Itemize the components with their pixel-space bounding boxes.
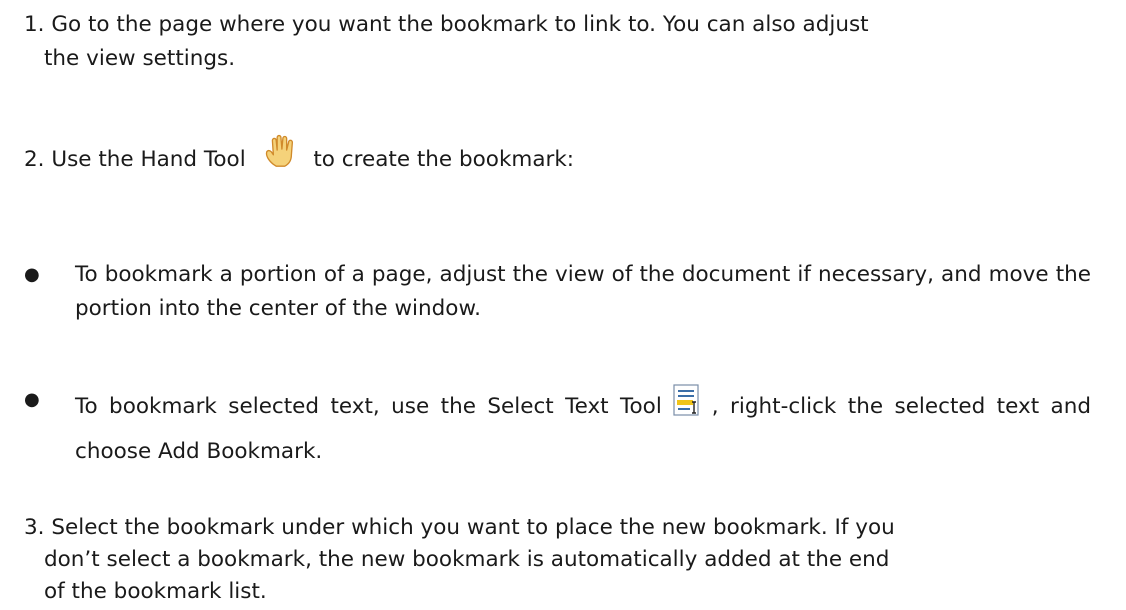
- bullet-symbol: ●: [24, 264, 40, 285]
- step-1-paragraph: 1. Go to the page where you want the boo…: [24, 8, 1114, 76]
- bullet-item-1: ● To bookmark a portion of a page, adjus…: [24, 258, 1114, 326]
- step-2-text-before: 2. Use the Hand Tool: [24, 147, 246, 172]
- bullet-item-1-text: To bookmark a portion of a page, adjust …: [75, 262, 1091, 321]
- hand-icon: [261, 132, 299, 181]
- step-2-text-after: to create the bookmark:: [313, 147, 575, 172]
- step-3-line-1: 3. Select the bookmark under which you w…: [24, 515, 895, 540]
- step-3-line-3: of the bookmark list.: [44, 579, 267, 604]
- bullet-symbol: ●: [24, 389, 40, 410]
- bullet-item-2-text-before: To bookmark selected text, use the Selec…: [75, 394, 662, 419]
- document-page: 1. Go to the page where you want the boo…: [0, 0, 1126, 610]
- select-text-icon: [670, 383, 704, 431]
- bullet-item-2-text: To bookmark selected text, use the Selec…: [75, 383, 1091, 472]
- step-1-line-2: the view settings.: [44, 46, 236, 71]
- step-3-line-2: don’t select a bookmark, the new bookmar…: [44, 547, 890, 572]
- step-3-paragraph: 3. Select the bookmark under which you w…: [24, 512, 1114, 608]
- step-2-paragraph: 2. Use the Hand Tool to create the bookm…: [24, 132, 1114, 181]
- bullet-item-2: ● To bookmark selected text, use the Sel…: [24, 383, 1114, 472]
- step-1-line-1: 1. Go to the page where you want the boo…: [24, 12, 869, 37]
